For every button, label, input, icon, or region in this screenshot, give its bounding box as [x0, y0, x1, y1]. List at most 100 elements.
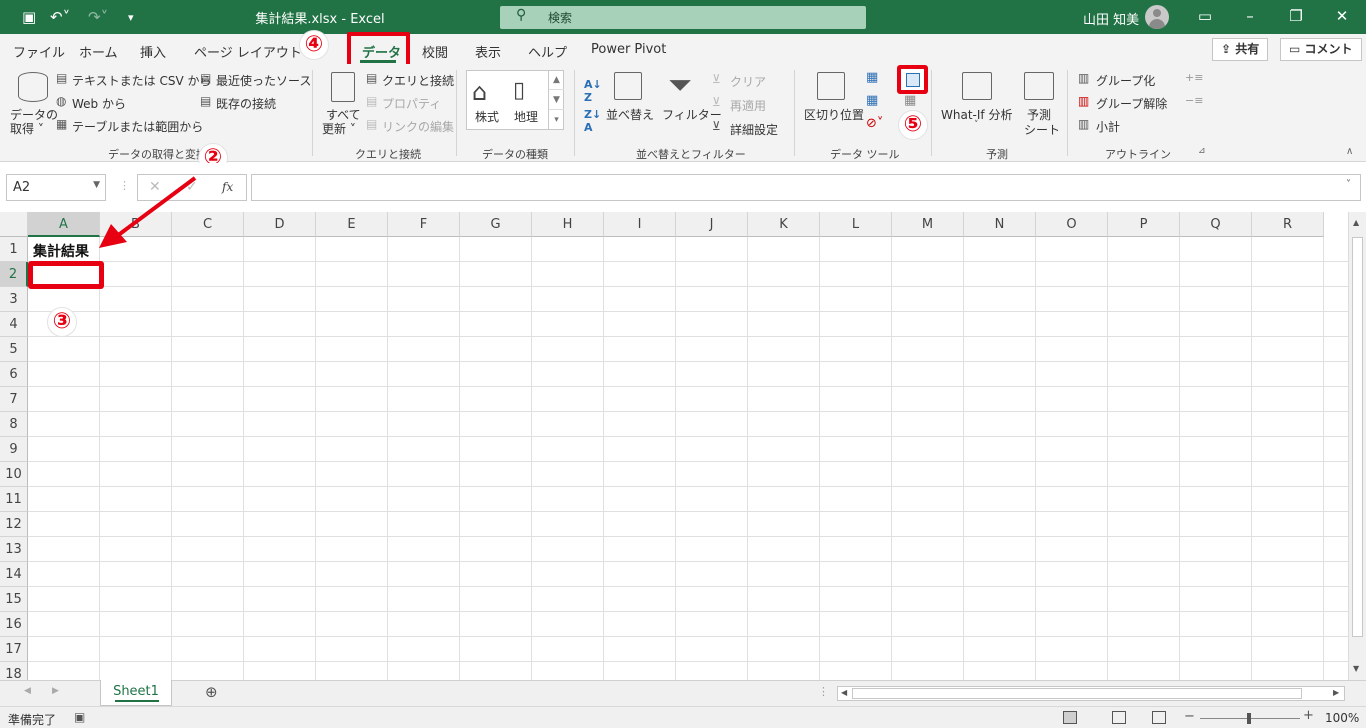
select-all-corner[interactable]: [0, 212, 28, 237]
column-header-j[interactable]: J: [676, 212, 748, 237]
row-header-1[interactable]: 1: [0, 237, 28, 262]
column-header-m[interactable]: M: [892, 212, 964, 237]
tab-help[interactable]: ヘルプ: [528, 42, 567, 61]
column-header-a[interactable]: A: [28, 212, 100, 237]
gallery-up-icon[interactable]: ▲: [549, 70, 564, 90]
gallery-down-icon[interactable]: ▼: [549, 90, 564, 110]
subtotal-button[interactable]: 小計: [1096, 118, 1120, 135]
row-header-15[interactable]: 15: [0, 587, 28, 612]
zoom-in-icon[interactable]: +: [1303, 708, 1314, 723]
minimize-icon[interactable]: –: [1240, 7, 1260, 25]
column-header-f[interactable]: F: [388, 212, 460, 237]
tab-splitter-icon[interactable]: ⋮: [818, 685, 829, 698]
row-header-14[interactable]: 14: [0, 562, 28, 587]
column-header-q[interactable]: Q: [1180, 212, 1252, 237]
advanced-filter-button[interactable]: 詳細設定: [730, 121, 778, 138]
row-header-8[interactable]: 8: [0, 412, 28, 437]
gallery-more-icon[interactable]: ▾: [549, 110, 564, 130]
flash-fill-icon[interactable]: ▦: [866, 70, 878, 85]
row-header-18[interactable]: 18: [0, 662, 28, 682]
geography-button[interactable]: 地理: [514, 108, 538, 125]
stocks-button[interactable]: 株式: [475, 108, 499, 125]
add-sheet-icon[interactable]: ⊕: [205, 683, 218, 701]
properties-button[interactable]: プロパティ: [382, 95, 441, 112]
worksheet-grid[interactable]: ABCDEFGHIJKLMNOPQR 123456789101112131415…: [0, 212, 1366, 682]
collapse-ribbon-icon[interactable]: ∧: [1346, 146, 1353, 157]
expand-formula-icon[interactable]: ˅: [1346, 179, 1351, 190]
sort-za-icon[interactable]: Z↓ A: [584, 108, 601, 134]
page-layout-view-icon[interactable]: [1112, 711, 1126, 724]
zoom-level[interactable]: 100%: [1325, 711, 1359, 725]
name-box[interactable]: A2 ▼: [6, 174, 106, 201]
zoom-slider-knob[interactable]: [1247, 713, 1251, 724]
row-header-16[interactable]: 16: [0, 612, 28, 637]
formula-input[interactable]: [251, 174, 1361, 201]
row-header-4[interactable]: 4: [0, 312, 28, 337]
column-header-n[interactable]: N: [964, 212, 1036, 237]
close-icon[interactable]: ✕: [1332, 7, 1352, 25]
avatar[interactable]: [1145, 5, 1169, 29]
horizontal-scrollbar[interactable]: ◀ ▶: [837, 686, 1345, 701]
macro-record-icon[interactable]: ▣: [74, 710, 85, 724]
existing-connections-button[interactable]: 既存の接続: [216, 95, 276, 112]
prev-sheet-icon[interactable]: ◀: [24, 686, 31, 696]
consolidate-button-highlight[interactable]: [897, 65, 928, 94]
tab-insert[interactable]: 挿入: [140, 42, 166, 61]
page-break-view-icon[interactable]: [1152, 711, 1166, 724]
row-header-2[interactable]: 2: [0, 262, 28, 287]
column-header-g[interactable]: G: [460, 212, 532, 237]
recent-sources-button[interactable]: 最近使ったソース: [216, 72, 311, 89]
column-header-i[interactable]: I: [604, 212, 676, 237]
column-header-p[interactable]: P: [1108, 212, 1180, 237]
ungroup-button[interactable]: グループ解除: [1096, 95, 1167, 112]
tab-power-pivot[interactable]: Power Pivot: [591, 42, 666, 57]
tab-page-layout[interactable]: ページ レイアウト: [194, 42, 302, 61]
hide-detail-icon[interactable]: −≡: [1185, 94, 1203, 107]
relationships-icon[interactable]: ▦: [904, 93, 916, 108]
sheet-tab-sheet1[interactable]: Sheet1: [100, 680, 172, 706]
from-text-csv-button[interactable]: テキストまたは CSV から: [72, 72, 211, 89]
edit-links-button[interactable]: リンクの編集: [382, 118, 454, 135]
group-button[interactable]: グループ化: [1096, 72, 1155, 89]
remove-duplicates-icon[interactable]: ▦: [866, 93, 878, 108]
tab-view[interactable]: 表示: [475, 42, 501, 61]
sort-button[interactable]: 並べ替え: [606, 106, 654, 123]
cell-a1[interactable]: 集計結果: [33, 241, 89, 261]
scroll-up-icon[interactable]: ▲: [1353, 218, 1359, 227]
insert-function-icon[interactable]: fx: [222, 180, 233, 194]
scroll-left-icon[interactable]: ◀: [841, 688, 847, 697]
tab-file[interactable]: ファイル: [13, 42, 65, 61]
user-name[interactable]: 山田 知美: [1083, 9, 1139, 28]
row-header-3[interactable]: 3: [0, 287, 28, 312]
row-header-6[interactable]: 6: [0, 362, 28, 387]
row-header-11[interactable]: 11: [0, 487, 28, 512]
column-header-k[interactable]: K: [748, 212, 820, 237]
row-header-5[interactable]: 5: [0, 337, 28, 362]
selected-cell-a2[interactable]: [28, 261, 104, 289]
from-web-button[interactable]: Web から: [72, 95, 126, 112]
zoom-out-icon[interactable]: −: [1184, 709, 1195, 724]
sort-az-icon[interactable]: A↓ Z: [584, 78, 602, 104]
queries-connections-button[interactable]: クエリと接続: [382, 72, 454, 89]
column-header-h[interactable]: H: [532, 212, 604, 237]
row-header-9[interactable]: 9: [0, 437, 28, 462]
reapply-button[interactable]: 再適用: [730, 97, 766, 114]
row-header-7[interactable]: 7: [0, 387, 28, 412]
scroll-right-icon[interactable]: ▶: [1333, 688, 1339, 697]
data-validation-icon[interactable]: ⊘˅: [866, 116, 883, 131]
tab-review[interactable]: 校閲: [422, 42, 448, 61]
clear-button[interactable]: クリア: [730, 73, 766, 90]
column-header-o[interactable]: O: [1036, 212, 1108, 237]
vertical-scroll-thumb[interactable]: [1352, 237, 1363, 637]
share-button[interactable]: ⇪ 共有: [1212, 38, 1269, 61]
column-header-e[interactable]: E: [316, 212, 388, 237]
scroll-down-icon[interactable]: ▼: [1353, 664, 1359, 673]
tab-home[interactable]: ホーム: [79, 42, 118, 61]
gallery-scroll[interactable]: ▲ ▼ ▾: [548, 70, 564, 130]
row-header-17[interactable]: 17: [0, 637, 28, 662]
row-header-10[interactable]: 10: [0, 462, 28, 487]
restore-icon[interactable]: ❐: [1286, 7, 1306, 25]
row-header-13[interactable]: 13: [0, 537, 28, 562]
column-header-l[interactable]: L: [820, 212, 892, 237]
normal-view-icon[interactable]: [1063, 711, 1077, 724]
